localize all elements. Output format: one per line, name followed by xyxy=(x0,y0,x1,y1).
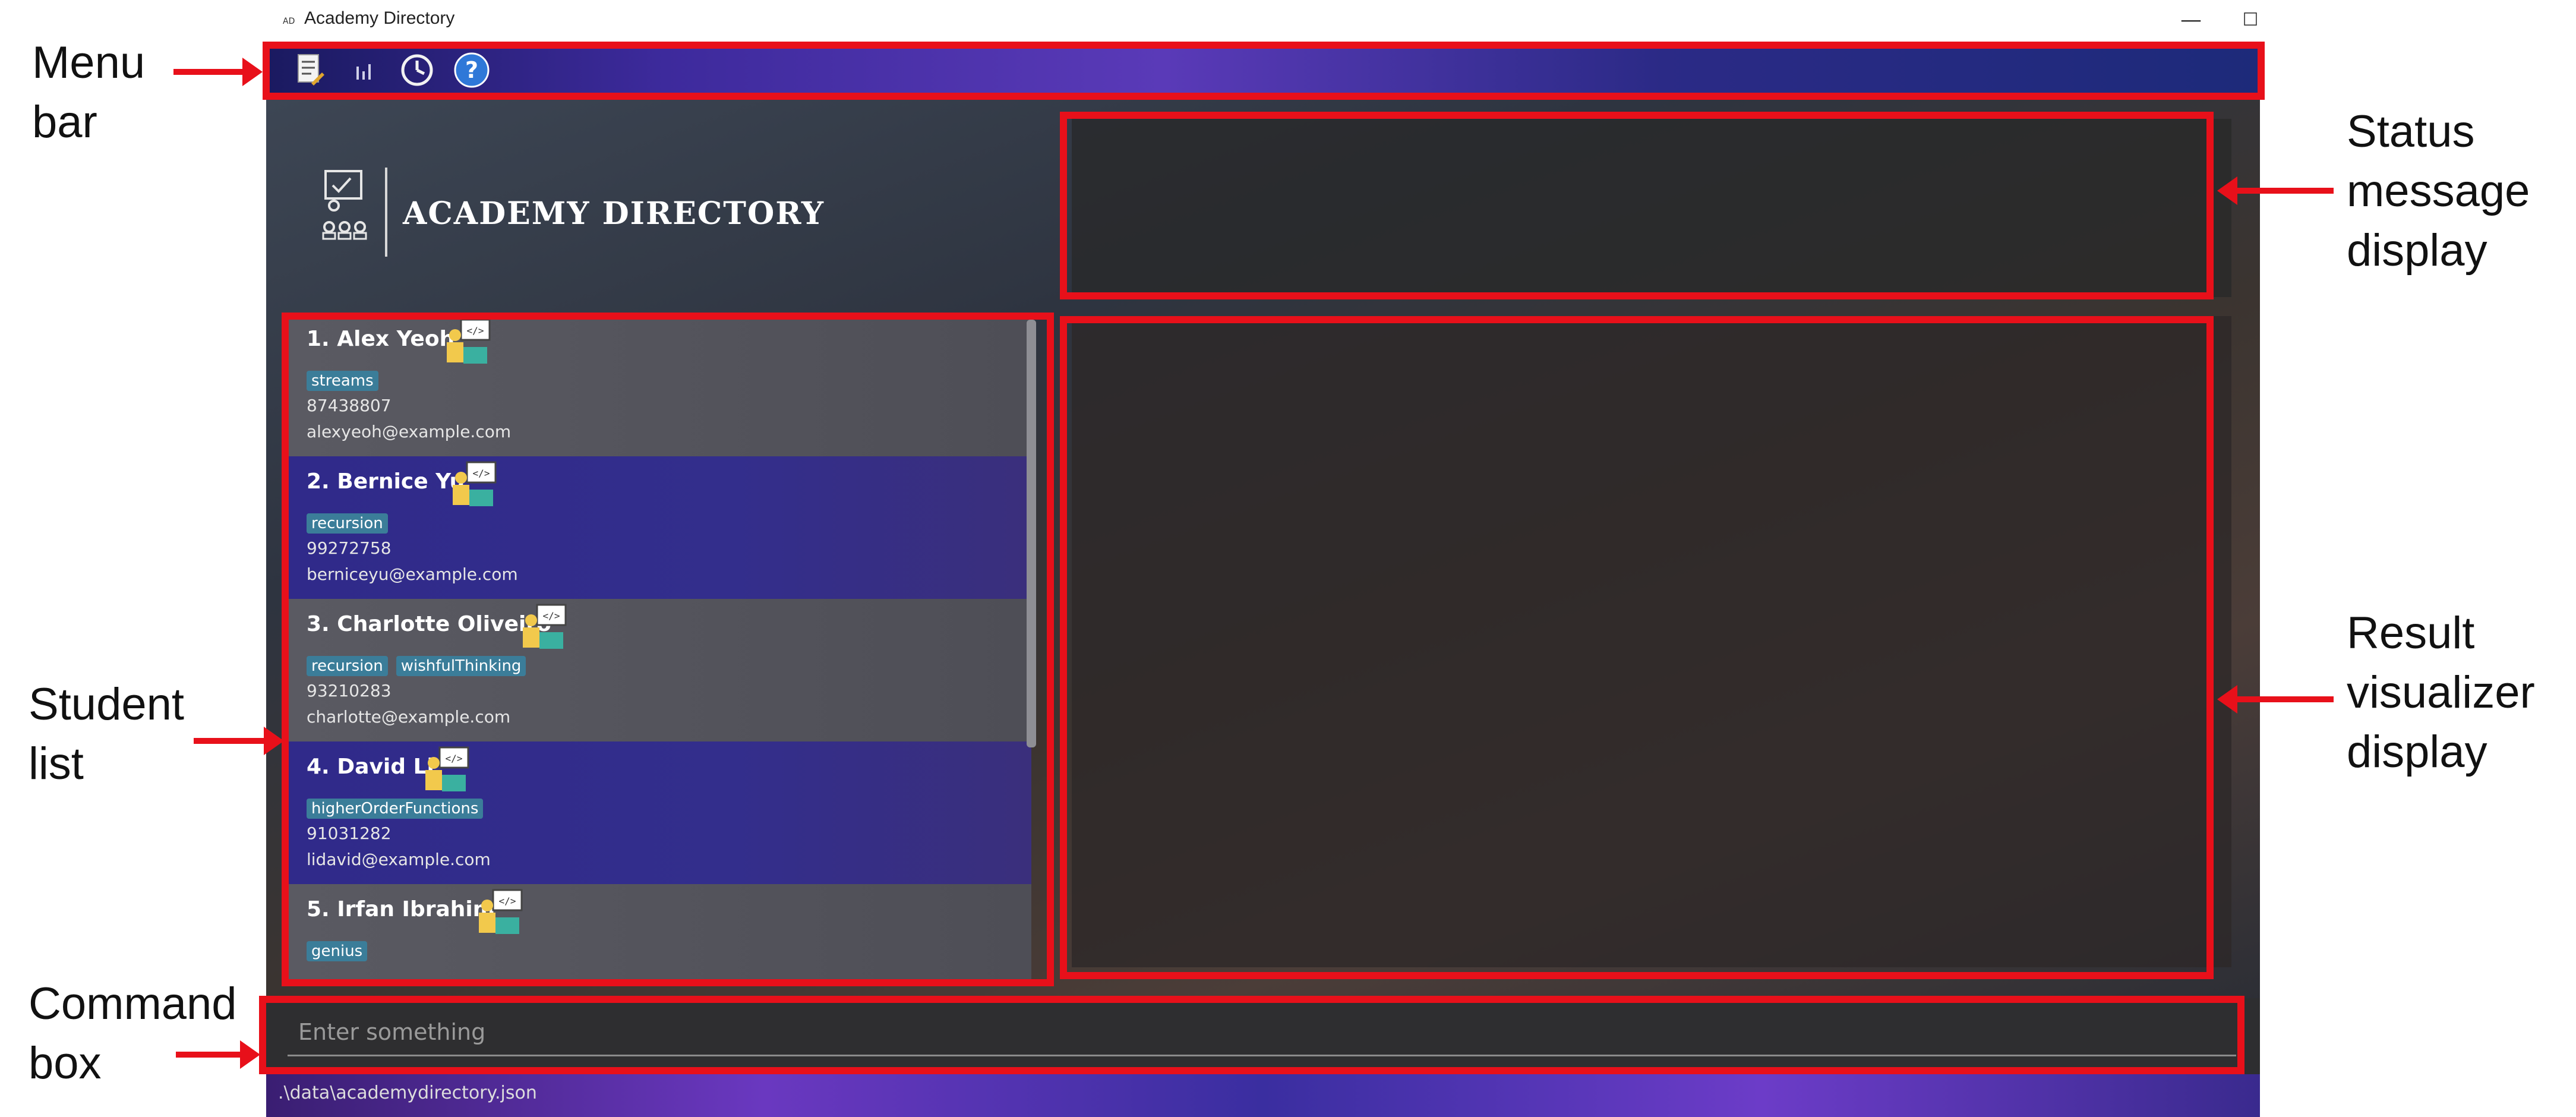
annotation-status-message: Status message display xyxy=(2347,106,2530,276)
annotation-arrow xyxy=(2217,176,2334,205)
minimize-button[interactable]: — xyxy=(2173,4,2209,37)
result-visualizer-highlight xyxy=(1060,316,2214,979)
app-logo-text: ACADEMY DIRECTORY xyxy=(403,195,825,232)
logo-icon xyxy=(321,169,374,242)
save-file-path: .\data\academydirectory.json xyxy=(278,1083,537,1103)
title-bar: AD Academy Directory — ☐ ✕ xyxy=(266,0,2260,43)
annotation-arrow xyxy=(194,727,284,755)
annotation-arrow xyxy=(2217,685,2334,714)
window-title: Academy Directory xyxy=(304,8,455,28)
student-list-highlight xyxy=(282,313,1054,986)
annotation-menu-bar: Menu bar xyxy=(32,37,146,147)
annotation-arrow xyxy=(173,58,263,86)
annotation-arrow xyxy=(176,1040,260,1069)
annotation-command-box: Command box xyxy=(29,979,237,1088)
app-icon: AD xyxy=(283,17,295,26)
menu-bar-highlight xyxy=(263,42,2265,100)
status-message-highlight xyxy=(1060,112,2214,299)
maximize-button[interactable]: ☐ xyxy=(2233,4,2260,37)
status-bar: .\data\academydirectory.json xyxy=(266,1074,2260,1117)
command-box-highlight xyxy=(259,996,2244,1074)
logo-divider xyxy=(385,168,387,257)
annotation-student-list: Student list xyxy=(29,679,184,789)
annotation-result-visualizer: Result visualizer display xyxy=(2347,608,2535,777)
